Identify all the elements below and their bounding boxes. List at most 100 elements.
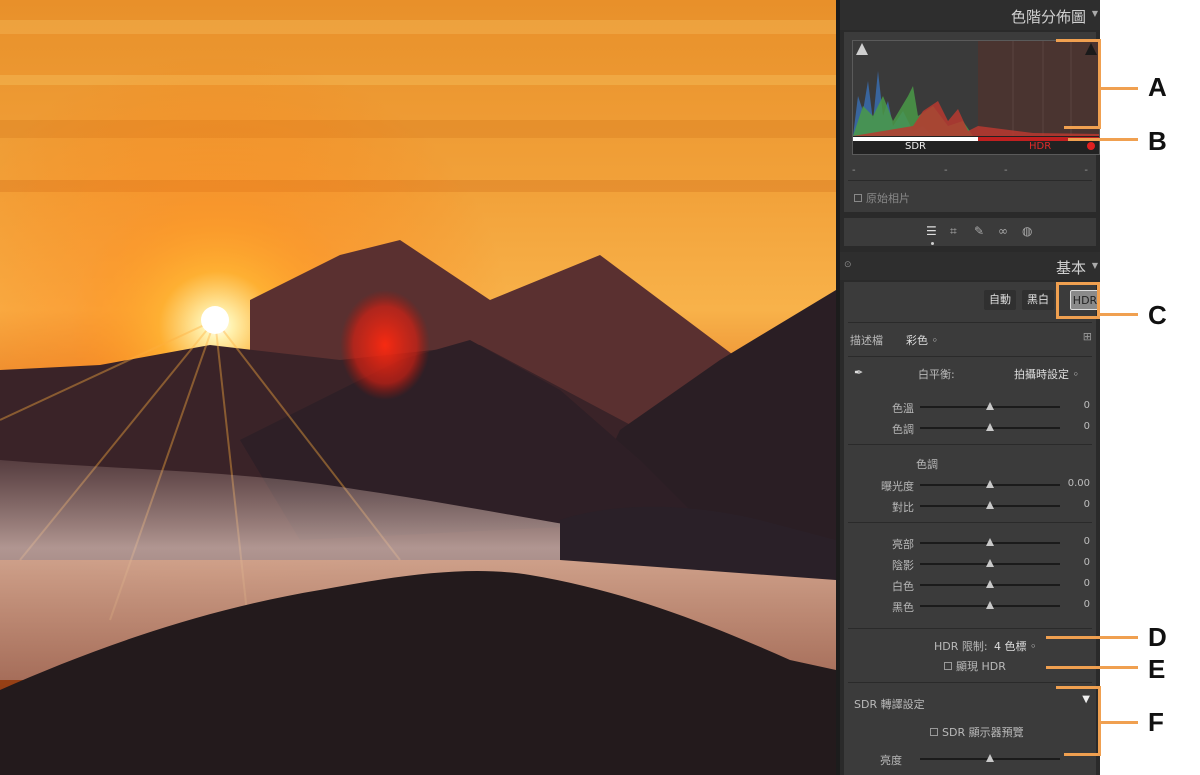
histogram-section: SDR HDR - - - - 原始相片 (844, 32, 1100, 212)
collapse-arrow-icon[interactable]: ▼ (1092, 9, 1098, 18)
checkbox-icon[interactable] (930, 728, 938, 736)
slider-row[interactable]: 黑色 0 (844, 599, 1096, 615)
slider-label: 白色 (892, 580, 914, 593)
show-hdr-label: 顯現 HDR (956, 660, 1006, 673)
readout-dash: - (1084, 165, 1088, 176)
readout-dash: - (1004, 165, 1008, 176)
wb-label: 白平衡: (918, 368, 955, 381)
slider-value: 0.00 (1067, 478, 1090, 489)
divider (848, 180, 1092, 181)
slider-knob[interactable] (986, 580, 994, 588)
edit-sliders-icon[interactable]: ☰ (926, 224, 937, 238)
red-eye-icon[interactable]: ∞ (998, 224, 1008, 238)
callout-b-line (1068, 138, 1138, 141)
expand-arrow-icon[interactable]: ▼ (1082, 694, 1090, 705)
tool-strip: ☰ ⌗ ✎ ∞ ◍ (844, 218, 1096, 246)
histogram-chart: SDR HDR (852, 40, 1100, 155)
slider-knob[interactable] (986, 402, 994, 410)
sdr-settings-label[interactable]: SDR 轉譯設定 (854, 696, 925, 712)
slider-knob[interactable] (986, 559, 994, 567)
slider-value: 0 (1083, 599, 1090, 610)
slider-row[interactable]: 曝光度 0.00 (844, 478, 1096, 494)
slider-label: 陰影 (892, 559, 914, 572)
slider-label: 對比 (892, 501, 914, 514)
callout-e-letter: E (1148, 654, 1166, 684)
readout-dash: - (852, 165, 856, 176)
callout-a-line (1056, 39, 1100, 42)
callout-a-bracket (1098, 39, 1101, 129)
basic-section: 自動 黑白 HDR 描述檔 彩色 ◦ ⊞ ✒ 白平衡: 拍攝時設定 ◦ 色溫 0 色… (844, 282, 1100, 775)
brightness-slider-row[interactable]: 亮度 (844, 752, 1096, 768)
divider (848, 444, 1092, 445)
slider-value: 0 (1083, 400, 1090, 411)
auto-button[interactable]: 自動 (984, 290, 1016, 310)
slider-row[interactable]: 亮部 0 (844, 536, 1096, 552)
crop-icon[interactable]: ⌗ (950, 224, 957, 239)
slider-knob[interactable] (986, 480, 994, 488)
histogram-readout: - - - - (852, 165, 1088, 177)
slider-label: 色溫 (892, 402, 914, 415)
callout-a-bracket-bottom (1064, 126, 1100, 129)
slider-row[interactable]: 色溫 0 (844, 400, 1096, 416)
slider-knob[interactable] (986, 423, 994, 431)
slider-row[interactable]: 色調 0 (844, 421, 1096, 437)
slider-value: 0 (1083, 499, 1090, 510)
basic-header[interactable]: ⊙ 基本 ▼ (840, 252, 1100, 280)
bw-button[interactable]: 黑白 (1022, 290, 1054, 310)
callout-c-leader (1100, 313, 1138, 316)
checkbox-icon[interactable] (854, 194, 862, 202)
slider-value: 0 (1083, 421, 1090, 432)
slider-value: 0 (1083, 578, 1090, 589)
histogram-title: 色階分佈圖 (1010, 8, 1086, 26)
callout-f-top (1056, 686, 1100, 689)
profile-dropdown[interactable]: 彩色 ◦ (906, 332, 938, 348)
hdr-limit-dropdown[interactable]: 4 色標 ◦ (994, 638, 1036, 654)
brightness-label: 亮度 (880, 754, 902, 767)
brightness-knob[interactable] (986, 754, 994, 762)
divider (848, 356, 1092, 357)
slider-knob[interactable] (986, 538, 994, 546)
slider-knob[interactable] (986, 601, 994, 609)
callout-d-line (1046, 636, 1138, 639)
original-photo-toggle[interactable]: 原始相片 (854, 190, 910, 206)
slider-value: 0 (1083, 557, 1090, 568)
show-hdr-toggle[interactable]: 顯現 HDR (944, 658, 1006, 674)
checkbox-icon[interactable] (944, 662, 952, 670)
callout-e-line (1046, 666, 1138, 669)
slider-knob[interactable] (986, 501, 994, 509)
profile-browser-icon[interactable]: ⊞ (1083, 330, 1092, 343)
collapse-arrow-icon[interactable]: ▼ (1092, 261, 1098, 270)
callout-c-box (1056, 282, 1059, 319)
profile-label: 描述檔 (850, 334, 883, 347)
active-tool-dot (931, 242, 934, 245)
wb-dropdown[interactable]: 拍攝時設定 ◦ (1014, 366, 1079, 382)
hdr-warning-icon[interactable] (1087, 142, 1095, 150)
divider (848, 322, 1092, 323)
slider-label: 黑色 (892, 601, 914, 614)
sdr-preview-label: SDR 顯示器預覽 (942, 726, 1024, 739)
slider-row[interactable]: 陰影 0 (844, 557, 1096, 573)
divider (848, 682, 1092, 683)
slider-value: 0 (1083, 536, 1090, 547)
callout-f-leader (1100, 721, 1138, 724)
callout-f-letter: F (1148, 707, 1164, 737)
hdr-button[interactable]: HDR (1070, 290, 1100, 310)
callout-c-box (1056, 316, 1100, 319)
hdr-label: HDR (1029, 141, 1052, 152)
sdr-label: SDR (905, 141, 926, 152)
eyedropper-icon[interactable]: ✒ (854, 366, 863, 379)
histogram-header[interactable]: 色階分佈圖 ▼ (840, 0, 1100, 30)
slider-row[interactable]: 對比 0 (844, 499, 1096, 515)
photo-preview (0, 0, 836, 775)
slider-row[interactable]: 白色 0 (844, 578, 1096, 594)
basic-title: 基本 (1055, 259, 1086, 277)
masking-icon[interactable]: ◍ (1022, 224, 1032, 238)
visibility-toggle-icon[interactable]: ⊙ (844, 260, 852, 270)
develop-panel: 色階分佈圖 ▼ SDR HDR - - - - 原始相片 ☰ ⌗ ✎ ∞ ◍ ⊙… (836, 0, 1100, 775)
original-photo-label: 原始相片 (866, 192, 910, 205)
healing-brush-icon[interactable]: ✎ (974, 224, 984, 238)
divider (848, 522, 1092, 523)
callout-d-letter: D (1148, 622, 1167, 652)
callout-a-leader (1100, 87, 1138, 90)
sdr-preview-toggle[interactable]: SDR 顯示器預覽 (930, 724, 1024, 740)
